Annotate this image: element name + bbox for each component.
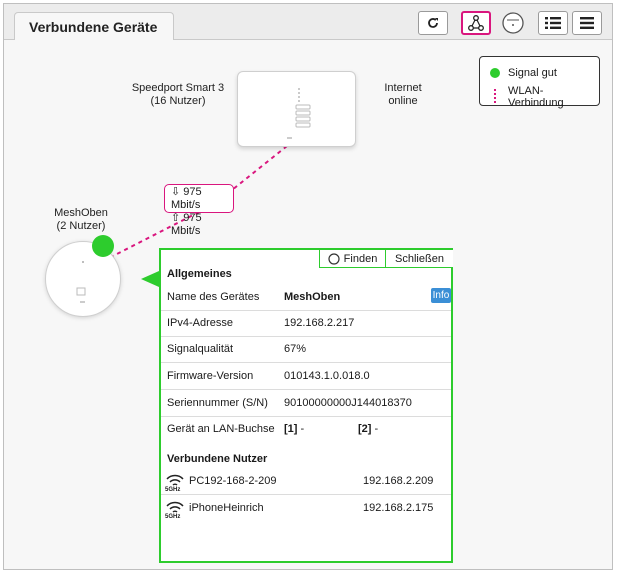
lan-port-2-value: - [374,423,379,435]
device-detail-panel: Finden Schließen Allgemeines Name des Ge… [159,248,453,563]
legend: Signal gut WLAN-Verbindung [479,56,600,109]
arrow-down-icon: ⇩ [171,186,181,198]
dashed-line-icon [493,89,496,105]
lan-port-1-value: - [300,423,305,435]
detail-key: Signalqualität [167,343,234,355]
section-general-title: Allgemeines [167,268,232,280]
panel-pointer [141,271,159,287]
internet-status-value: online [388,95,418,107]
user-name: iPhoneHeinrich [189,502,264,514]
close-label: Schließen [395,252,444,265]
detail-value: 192.168.2.217 [284,317,355,329]
mesh-users: (2 Nutzer) [56,220,106,232]
router-panel-icon [287,88,311,139]
signal-good-indicator [92,235,114,257]
legend-signal-label: Signal gut [508,67,557,79]
detail-key: Firmware-Version [167,370,254,382]
detail-row-lan: Gerät an LAN-Buchse [1] - [2] - [161,416,451,442]
router-users: (16 Nutzer) [150,95,206,107]
router-name: Speedport Smart 3 [131,82,225,94]
band-label: 5GHz [165,487,181,493]
detail-row-ipv4: IPv4-Adresse 192.168.2.217 [161,310,451,337]
speed-down: ⇩ 975 Mbit/s [171,186,233,212]
legend-wlan: WLAN-Verbindung [490,85,599,109]
lan-port-2-label: [2] [358,423,372,435]
detail-row-name: Name des Gerätes MeshOben Info [161,284,451,311]
user-row: 5GHz PC192-168-2-209 192.168.2.209 [161,468,451,495]
signal-dot-icon [490,68,500,78]
detail-row-firmware: Firmware-Version 010143.1.0.018.0 [161,363,451,390]
detail-value: 010143.1.0.018.0 [284,370,370,382]
close-button[interactable]: Schließen [385,250,453,268]
user-row: 5GHz iPhoneHeinrich 192.168.2.175 [161,495,451,521]
detail-row-serial: Seriennummer (S/N) 90100000000J144018370 [161,390,451,417]
legend-signal-good: Signal gut [490,67,557,79]
detail-key: IPv4-Adresse [167,317,234,329]
detail-key: Seriennummer (S/N) [167,397,268,409]
internet-label: Internet [384,82,422,94]
detail-row-signal: Signalqualität 67% [161,336,451,363]
detail-value: MeshOben [284,291,341,303]
mesh-label: MeshOben (2 Nutzer) [44,207,118,233]
info-button[interactable]: Info [431,288,451,303]
find-circle-icon [328,252,340,265]
user-ip: 192.168.2.209 [363,475,434,487]
lan-port-2: [2] - [358,423,378,435]
mesh-name: MeshOben [54,207,108,219]
find-label: Finden [343,252,378,265]
user-name: PC192-168-2-209 [189,475,277,487]
detail-value: 67% [284,343,307,355]
link-speed-badge: ⇩ 975 Mbit/s ⇧ 975 Mbit/s [164,184,234,237]
speed-up: ⇧ 975 Mbit/s [171,212,233,238]
legend-wlan-label: WLAN-Verbindung [507,85,564,109]
detail-key: Gerät an LAN-Buchse [167,423,275,435]
router-device[interactable] [237,71,356,147]
section-users-title: Verbundene Nutzer [167,453,268,465]
user-ip: 192.168.2.175 [363,502,434,514]
lan-port-1: [1] - [284,423,304,435]
lan-port-1-label: [1] [284,423,298,435]
band-label: 5GHz [165,514,181,520]
arrow-up-icon: ⇧ [171,212,181,224]
detail-value: 90100000000J144018370 [284,397,412,409]
router-label: Speedport Smart 3 (16 Nutzer) [126,82,230,108]
find-button[interactable]: Finden [319,250,385,268]
detail-key: Name des Gerätes [167,291,260,303]
internet-status: Internet online [370,82,436,108]
